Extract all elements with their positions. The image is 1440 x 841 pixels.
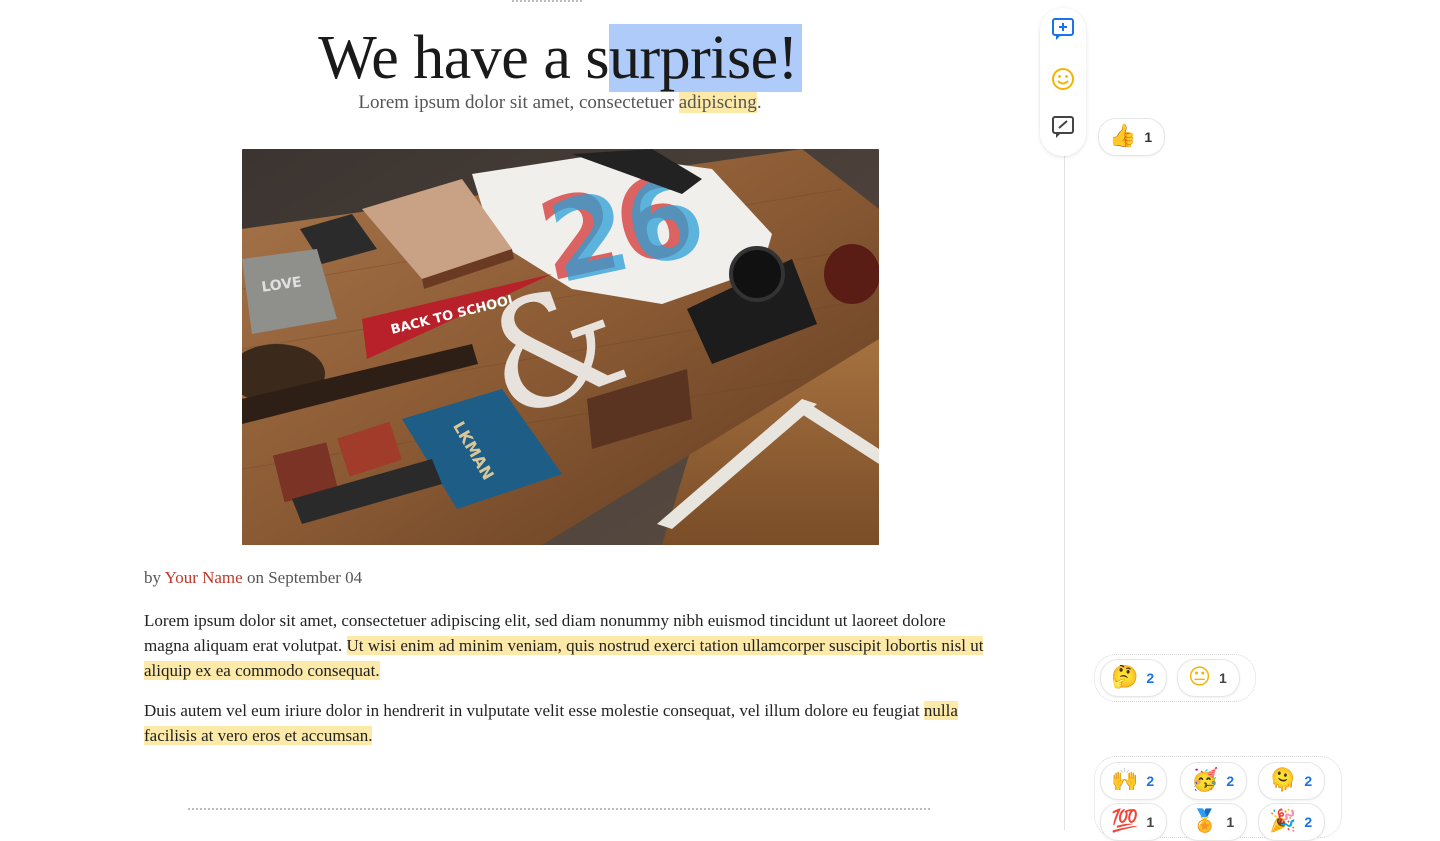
reaction-count: 2 bbox=[1146, 670, 1155, 686]
emoji-icon bbox=[1052, 68, 1074, 90]
reaction-chip-thinking[interactable]: 🤔 2 bbox=[1100, 659, 1168, 697]
reaction-count: 2 bbox=[1304, 773, 1313, 789]
reaction-chip-hundred[interactable]: 💯 1 bbox=[1100, 803, 1168, 841]
add-emoji-reaction-button[interactable] bbox=[1048, 64, 1078, 94]
subtitle-end: . bbox=[756, 92, 762, 113]
byline-date: on September 04 bbox=[242, 568, 363, 587]
reaction-chip-medal[interactable]: 🏅 1 bbox=[1180, 803, 1248, 841]
comment-rail bbox=[1064, 150, 1065, 830]
document-subtitle[interactable]: Lorem ipsum dolor sit amet, consectetuer… bbox=[0, 92, 1120, 114]
desk-photo: 26 26 LOVE BACK TO SCHOOL & LKMAN bbox=[242, 149, 879, 545]
document-title[interactable]: We have a surprise! bbox=[0, 22, 1120, 94]
author-link[interactable]: Your Name bbox=[165, 568, 243, 587]
raising-hands-icon: 🙌 bbox=[1111, 768, 1139, 793]
reaction-chip-raising-hands[interactable]: 🙌 2 bbox=[1100, 762, 1168, 800]
page-break-top bbox=[512, 0, 582, 6]
reaction-count: 2 bbox=[1146, 773, 1155, 789]
title-text[interactable]: We have a s bbox=[318, 24, 609, 92]
reaction-chip-neutral[interactable]: 😐 1 bbox=[1177, 659, 1240, 697]
party-face-icon: 🥳 bbox=[1191, 768, 1219, 793]
paragraph-1[interactable]: Lorem ipsum dolor sit amet, consectetuer… bbox=[144, 608, 984, 683]
byline: by Your Name on September 04 bbox=[144, 568, 362, 588]
paragraph-2[interactable]: Duis autem vel eum iriure dolor in hendr… bbox=[144, 698, 984, 748]
add-comment-icon bbox=[1052, 18, 1074, 40]
suggest-edits-button[interactable] bbox=[1048, 112, 1078, 142]
medal-icon: 🏅 bbox=[1191, 809, 1219, 834]
title-selection[interactable]: urprise! bbox=[608, 24, 802, 92]
celebration-icon: 🎉 bbox=[1269, 809, 1297, 834]
reaction-count: 1 bbox=[1218, 670, 1227, 686]
neutral-face-icon: 😐 bbox=[1188, 665, 1211, 690]
thumbs-up-icon: 👍 bbox=[1109, 124, 1137, 149]
reaction-chip-face[interactable]: 🫠 2 bbox=[1258, 762, 1326, 800]
hundred-icon: 💯 bbox=[1111, 809, 1139, 834]
side-toolbar bbox=[1040, 8, 1086, 156]
reaction-count: 1 bbox=[1144, 129, 1153, 145]
face-icon: 🫠 bbox=[1269, 768, 1297, 793]
hero-image[interactable]: 26 26 LOVE BACK TO SCHOOL & LKMAN bbox=[242, 149, 879, 545]
subtitle-highlight[interactable]: adipiscing bbox=[678, 92, 757, 113]
thinking-face-icon: 🤔 bbox=[1111, 665, 1139, 690]
reaction-chip-celebration[interactable]: 🎉 2 bbox=[1258, 803, 1326, 841]
paragraph-2-text[interactable]: Duis autem vel eum iriure dolor in hendr… bbox=[144, 701, 924, 720]
reaction-chip-thumbs-up[interactable]: 👍 1 bbox=[1098, 118, 1166, 156]
byline-prefix: by bbox=[144, 568, 165, 587]
subtitle-text[interactable]: Lorem ipsum dolor sit amet, consectetuer bbox=[358, 92, 678, 113]
add-comment-button[interactable] bbox=[1048, 14, 1078, 44]
reaction-chip-party[interactable]: 🥳 2 bbox=[1180, 762, 1248, 800]
page-break-bottom bbox=[188, 808, 930, 810]
reaction-count: 2 bbox=[1226, 773, 1235, 789]
suggest-edit-icon bbox=[1052, 116, 1074, 138]
